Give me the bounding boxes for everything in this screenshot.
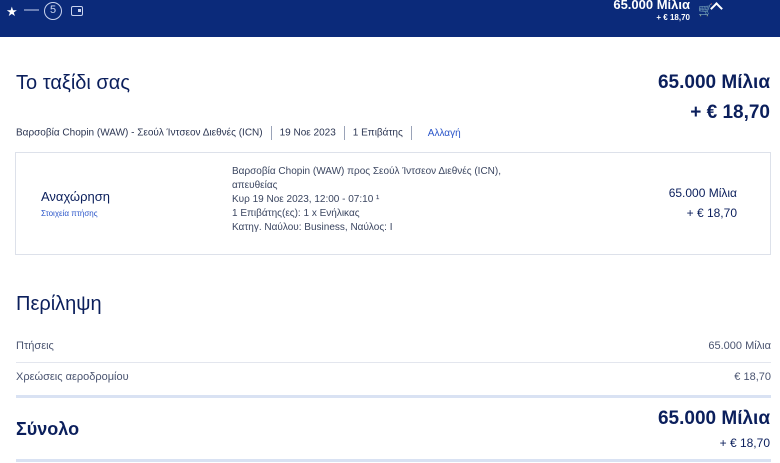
route-date: 19 Νοε 2023 (279, 127, 336, 139)
summary-row-flights: Πτήσεις 65.000 Μίλια (16, 333, 771, 363)
divider (343, 126, 345, 140)
divider (410, 126, 412, 140)
change-link[interactable]: Αλλαγή (428, 128, 461, 139)
summary-row-value: 65.000 Μίλια (708, 340, 771, 352)
top-bar: ★ — 5 65.000 Μίλια + € 18,70 🛒 (0, 0, 780, 37)
trip-miles: 65.000 Μίλια (657, 72, 770, 93)
summary-title: Περίληψη (16, 293, 102, 315)
summary-row-label: Χρεώσεις αεροδρομίου (16, 371, 129, 383)
flight-info-line: Βαρσοβία Chopin (WAW) προς Σεούλ Ίντσεον… (232, 166, 502, 177)
flight-info: Βαρσοβία Chopin (WAW) προς Σεούλ Ίντσεον… (232, 165, 552, 235)
departure-label: Αναχώρηση (41, 189, 110, 204)
route-summary: Βαρσοβία Chopin (WAW) - Σεούλ Ίντσεον Δι… (16, 126, 461, 140)
flight-info-line: Κατηγ. Ναύλου: Business, Ναύλος: I (232, 222, 393, 233)
total-miles: 65.000 Μίλια (657, 408, 770, 429)
step-divider: — (24, 1, 39, 18)
route-passengers: 1 Επιβάτης (352, 127, 403, 139)
summary-row-label: Πτήσεις (16, 340, 54, 352)
star-icon[interactable]: ★ (6, 4, 18, 20)
summary-row-value: € 18,70 (734, 371, 771, 383)
header-miles[interactable]: 65.000 Μίλια (613, 0, 690, 12)
flight-card: Αναχώρηση Στοιχεία πτήσης Βαρσοβία Chopi… (15, 152, 771, 255)
flight-details-link[interactable]: Στοιχεία πτήσης (41, 209, 98, 218)
step-indicator[interactable]: 5 (44, 2, 62, 20)
divider (270, 126, 272, 140)
flight-miles: 65.000 Μίλια (668, 186, 737, 200)
route-text: Βαρσοβία Chopin (WAW) - Σεούλ Ίντσεον Δι… (16, 127, 263, 139)
summary-row-airport-fees: Χρεώσεις αεροδρομίου € 18,70 (16, 364, 771, 398)
flight-info-line: Κυρ 19 Νοε 2023, 12:00 - 07:10 ¹ (232, 194, 380, 205)
trip-fee: + € 18,70 (690, 102, 770, 123)
total-fee: + € 18,70 (719, 436, 770, 450)
flight-fee: + € 18,70 (686, 206, 737, 220)
trip-title: Το ταξίδι σας (16, 72, 130, 94)
flight-info-line: 1 Επιβάτης(ες): 1 x Ενήλικας (232, 208, 360, 219)
wallet-icon[interactable] (71, 6, 83, 16)
flight-info-line: απευθείας (232, 180, 278, 191)
header-fee[interactable]: + € 18,70 (656, 13, 690, 22)
divider (16, 459, 771, 462)
total-label: Σύνολο (16, 419, 80, 439)
